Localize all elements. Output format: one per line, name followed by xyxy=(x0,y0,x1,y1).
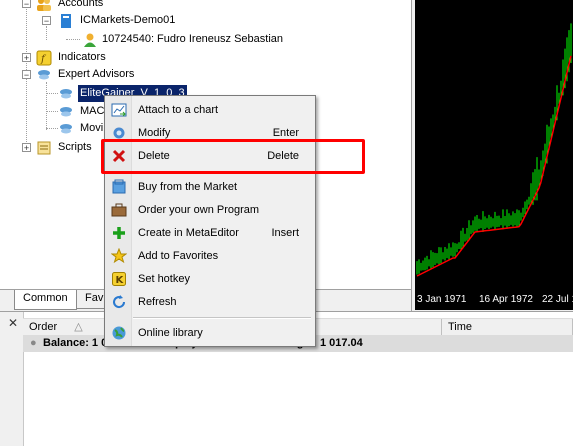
hotkey-icon: K xyxy=(112,272,126,286)
context-menu: Attach to a chart Modify Enter Delete De… xyxy=(104,95,316,347)
axis-label: 3 Jan 1971 xyxy=(417,294,467,305)
expand-icon[interactable]: + xyxy=(22,53,31,63)
menu-label: Online library xyxy=(138,327,203,339)
tree-line xyxy=(46,93,58,94)
tree-label: MAC xyxy=(80,105,105,117)
user-icon xyxy=(84,33,96,47)
collapse-icon[interactable]: − xyxy=(42,16,51,26)
menu-label: Refresh xyxy=(138,296,177,308)
tree-item-accounts[interactable]: − Accounts xyxy=(0,0,410,12)
price-chart[interactable] xyxy=(415,0,573,310)
axis-label: 22 Jul 1 xyxy=(542,294,573,305)
tree-label: Scripts xyxy=(58,141,92,153)
menu-shortcut: Enter xyxy=(272,127,299,139)
tree-item-indicators[interactable]: + f Indicators xyxy=(0,49,410,66)
tree-line xyxy=(46,111,58,112)
menu-item-refresh[interactable]: Refresh xyxy=(107,291,313,313)
tree-line xyxy=(66,39,80,40)
menu-item-buy-from-market[interactable]: Buy from the Market xyxy=(107,176,313,198)
menu-shortcut: Insert xyxy=(271,227,299,239)
tree-item-expert-advisors[interactable]: − Expert Advisors xyxy=(0,66,410,83)
menu-item-order-program[interactable]: Order your own Program xyxy=(107,199,313,221)
column-label: Order xyxy=(29,321,58,333)
menu-separator xyxy=(133,317,311,319)
expert-advisor-icon xyxy=(38,70,50,80)
tree-label: Indicators xyxy=(58,51,106,63)
column-header-time[interactable]: Time xyxy=(442,319,573,335)
globe-icon xyxy=(112,326,126,340)
script-icon xyxy=(37,141,51,155)
tree-label: Accounts xyxy=(58,0,104,9)
menu-label: Buy from the Market xyxy=(138,181,238,193)
menu-label: Modify xyxy=(138,127,171,139)
balance-icon: ● xyxy=(30,337,37,349)
expert-advisor-icon xyxy=(60,89,72,99)
tree-label: ICMarkets-Demo01 xyxy=(80,14,176,26)
menu-label: Order your own Program xyxy=(138,204,260,216)
favorites-icon xyxy=(111,248,127,264)
collapse-icon[interactable]: − xyxy=(22,0,31,9)
svg-text:K: K xyxy=(116,275,125,286)
menu-label: Add to Favorites xyxy=(138,250,219,262)
menu-label: Set hotkey xyxy=(138,273,190,285)
menu-item-set-hotkey[interactable]: K Set hotkey xyxy=(107,268,313,290)
axis-label: 16 Apr 1972 xyxy=(479,294,533,305)
expert-advisor-icon xyxy=(60,124,72,134)
menu-item-attach-to-chart[interactable]: Attach to a chart xyxy=(107,99,313,121)
market-icon xyxy=(112,179,126,194)
attach-chart-icon xyxy=(111,103,127,117)
terminal-side-strip: ✕ xyxy=(0,312,24,446)
tab-common[interactable]: Common xyxy=(14,290,77,310)
close-icon[interactable]: ✕ xyxy=(8,316,18,330)
moving-average-line xyxy=(416,55,572,277)
menu-item-create-in-metaeditor[interactable]: Create in MetaEditor Insert xyxy=(107,222,313,244)
server-icon xyxy=(61,14,71,28)
sort-icon: △ xyxy=(74,321,83,333)
menu-item-add-to-favorites[interactable]: Add to Favorites xyxy=(107,245,313,267)
expert-advisor-icon xyxy=(60,107,72,117)
tree-label: Movi xyxy=(80,122,104,134)
column-label: Time xyxy=(448,321,473,333)
menu-label: Create in MetaEditor xyxy=(138,227,239,239)
accounts-icon xyxy=(37,0,51,11)
collapse-icon[interactable]: − xyxy=(22,70,31,80)
expand-icon[interactable]: + xyxy=(22,143,31,153)
tree-item-server[interactable]: − ICMarkets-Demo01 xyxy=(0,12,410,29)
menu-label: Attach to a chart xyxy=(138,104,219,116)
tree-label: 10724540: Fudro Ireneusz Sebastian xyxy=(102,33,284,45)
tree-item-account[interactable]: 10724540: Fudro Ireneusz Sebastian xyxy=(0,31,410,48)
briefcase-icon xyxy=(111,203,127,217)
refresh-icon xyxy=(113,295,126,309)
menu-item-online-library[interactable]: Online library xyxy=(107,322,313,344)
chart-canvas xyxy=(416,23,572,277)
tree-line xyxy=(46,128,58,129)
create-icon xyxy=(113,227,125,239)
delete-highlight-box xyxy=(101,139,365,174)
indicator-icon: f xyxy=(36,50,52,66)
tree-label: Expert Advisors xyxy=(58,68,135,80)
chart-time-axis: 3 Jan 1971 16 Apr 1972 22 Jul 1 xyxy=(415,291,573,309)
